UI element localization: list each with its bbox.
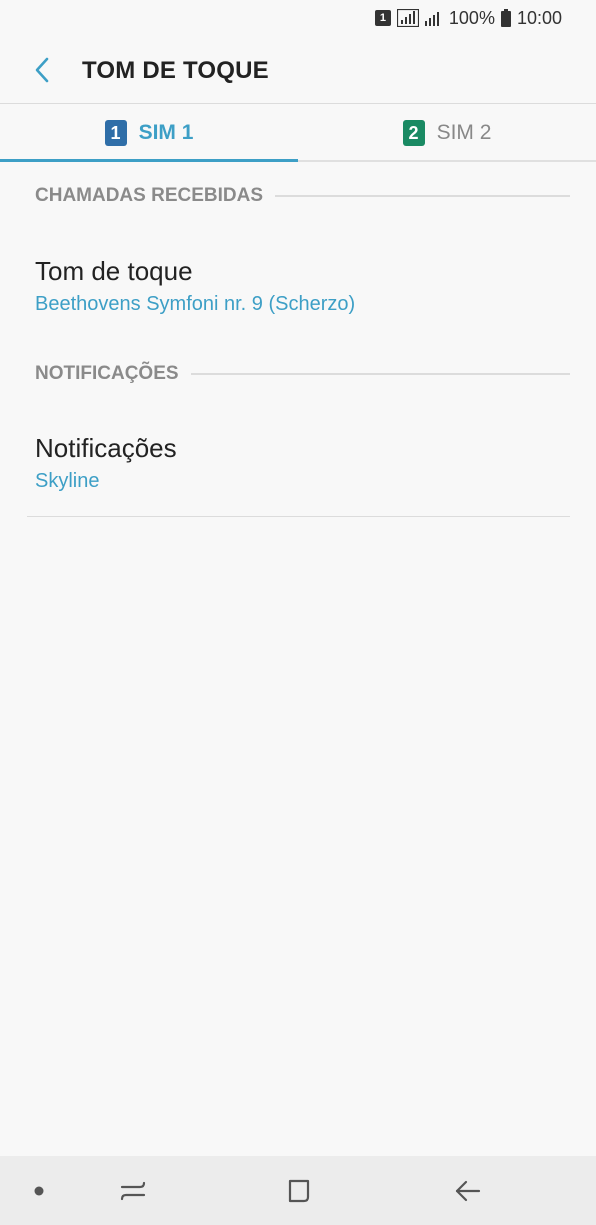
tabs-divider xyxy=(298,160,596,162)
ringtone-value: Beethovens Symfoni nr. 9 (Scherzo) xyxy=(35,293,356,315)
section-title: CHAMADAS RECEBIDAS xyxy=(35,185,264,206)
notification-title: Notificações xyxy=(35,433,177,463)
dot-icon xyxy=(34,1186,44,1196)
sim2-badge-icon: 2 xyxy=(402,120,425,146)
sim1-badge-icon: 1 xyxy=(104,120,127,146)
battery-icon xyxy=(500,9,511,27)
ringtone-item[interactable]: Tom de toque Beethovens Symfoni nr. 9 (S… xyxy=(35,256,570,316)
sim-tabs: 1 SIM 1 2 SIM 2 xyxy=(0,104,596,162)
signal-sim1-icon xyxy=(396,9,419,27)
list-divider xyxy=(27,516,570,517)
sim-indicator-icon: 1 xyxy=(374,10,391,26)
notification-value: Skyline xyxy=(35,470,100,492)
navigation-bar xyxy=(0,1156,596,1225)
arrow-left-icon xyxy=(455,1180,481,1202)
chevron-left-icon xyxy=(35,57,49,83)
tab-sim2[interactable]: 2 SIM 2 xyxy=(298,104,596,162)
status-bar: 1 100% 10:00 xyxy=(0,0,596,36)
system-back-button[interactable] xyxy=(444,1168,490,1214)
battery-percent: 100% xyxy=(448,7,495,28)
home-button[interactable] xyxy=(276,1168,322,1214)
section-notifications: NOTIFICAÇÕES xyxy=(35,362,570,386)
nav-dot-button[interactable] xyxy=(16,1168,62,1214)
recents-button[interactable] xyxy=(110,1168,156,1214)
tab-sim2-label: SIM 2 xyxy=(436,121,492,144)
notification-sound-item[interactable]: Notificações Skyline xyxy=(35,433,570,493)
back-button[interactable] xyxy=(24,52,60,88)
ringtone-title: Tom de toque xyxy=(35,256,193,286)
app-header: TOM DE TOQUE xyxy=(0,36,596,104)
app-root: 1 100% 10:00 TOM DE TOQUE 1 SIM 1 2 SIM … xyxy=(0,0,596,1225)
home-icon xyxy=(288,1179,310,1203)
section-received-calls: CHAMADAS RECEBIDAS xyxy=(35,184,570,208)
status-time: 10:00 xyxy=(516,7,562,28)
tab-sim1-label: SIM 1 xyxy=(138,121,194,144)
signal-sim2-icon xyxy=(424,12,439,26)
tab-sim1[interactable]: 1 SIM 1 xyxy=(0,104,298,162)
section-title: NOTIFICAÇÕES xyxy=(35,363,179,384)
section-divider xyxy=(190,373,570,375)
recents-icon xyxy=(120,1181,146,1201)
active-tab-indicator xyxy=(0,159,298,162)
section-divider xyxy=(275,195,570,197)
page-title: TOM DE TOQUE xyxy=(82,57,269,84)
